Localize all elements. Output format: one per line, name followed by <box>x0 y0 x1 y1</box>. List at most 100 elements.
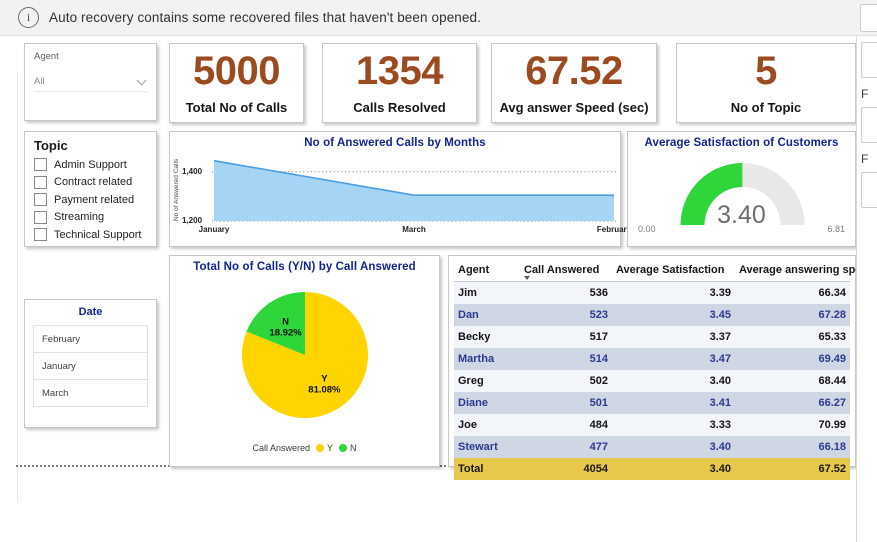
topic-item-label: Contract related <box>54 176 133 189</box>
date-slicer-title: Date <box>78 306 103 318</box>
cell-agent: Stewart <box>454 436 520 458</box>
pie-legend-label: N <box>350 443 357 453</box>
table-header-row: Agent Call Answered Average Satisfaction… <box>454 262 877 282</box>
filters-pane[interactable]: F F <box>856 36 877 542</box>
cell-average-answering-speed: 68.44 <box>735 370 850 392</box>
cell-average-satisfaction: 3.40 <box>612 370 735 392</box>
kpi-card-no-of-topic[interactable]: 5 No of Topic <box>676 43 856 123</box>
kpi-label: No of Topic <box>730 100 802 115</box>
cell-average-satisfaction: 3.40 <box>612 458 735 480</box>
cell-agent: Becky <box>454 326 520 348</box>
table-total-row: Total 4054 3.40 67.52 <box>454 458 850 480</box>
info-circle-icon: i <box>18 7 39 28</box>
topic-checkbox-row[interactable]: Streaming <box>34 209 147 227</box>
table-row[interactable]: Becky 517 3.37 65.33 <box>454 326 850 348</box>
kpi-value: 67.52 <box>525 49 623 93</box>
kpi-value: 1354 <box>356 49 443 93</box>
pie-legend: Call Answered Y N <box>170 443 439 453</box>
column-header-average-satisfaction[interactable]: Average Satisfaction <box>612 262 735 282</box>
kpi-label: Avg answer Speed (sec) <box>499 100 649 115</box>
kpi-card-calls-resolved[interactable]: 1354 Calls Resolved <box>322 43 477 123</box>
cell-agent: Jim <box>454 281 520 304</box>
pane-field-box[interactable] <box>861 172 877 208</box>
topic-checkbox-row[interactable]: Payment related <box>34 191 147 209</box>
column-header-call-answered[interactable]: Call Answered <box>520 262 612 282</box>
gauge-value: 3.40 <box>717 201 766 229</box>
svg-text:Y: Y <box>321 374 328 385</box>
legend-swatch-icon <box>339 444 348 452</box>
pane-field-box[interactable] <box>861 42 877 78</box>
date-slicer[interactable]: Date February January March <box>24 299 157 428</box>
kpi-card-avg-answer-speed[interactable]: 67.52 Avg answer Speed (sec) <box>491 43 657 123</box>
column-header-average-answering-speed[interactable]: Average answering speed (S) <box>735 262 877 282</box>
checkbox-icon[interactable] <box>34 210 47 224</box>
column-header-agent[interactable]: Agent <box>454 262 520 282</box>
chart-title: No of Answered Calls by Months <box>304 137 486 149</box>
legend-swatch-icon <box>316 444 324 452</box>
cell-call-answered: 514 <box>520 348 612 370</box>
topic-checkbox-row[interactable]: Contract related <box>34 174 147 192</box>
pie-chart-calls-by-call-answered[interactable]: Total No of Calls (Y/N) by Call Answered… <box>169 255 440 467</box>
date-list-item[interactable]: January <box>34 353 147 380</box>
pane-section-label: F <box>861 87 869 101</box>
column-header-text: Call Answered <box>524 264 600 276</box>
chart-title: Average Satisfaction of Customers <box>644 137 839 149</box>
table-row[interactable]: Dan 523 3.45 67.28 <box>454 304 850 326</box>
topic-slicer[interactable]: Topic Admin Support Contract related Pay… <box>24 131 157 247</box>
agent-performance-table[interactable]: Agent Call Answered Average Satisfaction… <box>448 255 877 480</box>
pie-legend-title: Call Answered <box>252 443 310 453</box>
checkbox-icon[interactable] <box>34 228 47 242</box>
cell-agent: Joe <box>454 414 520 436</box>
pane-field-box[interactable] <box>861 107 877 143</box>
cell-average-answering-speed: 67.52 <box>735 458 850 480</box>
y-axis-label: No of Answered Calls <box>173 158 180 222</box>
chevron-down-icon <box>138 77 147 86</box>
table-row[interactable]: Martha 514 3.47 69.49 <box>454 348 850 370</box>
cell-average-answering-speed: 69.49 <box>735 348 850 370</box>
checkbox-icon[interactable] <box>34 175 47 189</box>
table-row[interactable]: Joe 484 3.33 70.99 <box>454 414 850 436</box>
date-slicer-list: February January March <box>33 325 148 407</box>
notification-message: Auto recovery contains some recovered fi… <box>49 10 481 25</box>
kpi-card-total-calls[interactable]: 5000 Total No of Calls <box>169 43 304 123</box>
checkbox-icon[interactable] <box>34 158 47 172</box>
cell-average-satisfaction: 3.37 <box>612 326 735 348</box>
date-list-item[interactable]: February <box>34 326 147 353</box>
date-list-item[interactable]: March <box>34 380 147 407</box>
agent-slicer-dropdown[interactable]: All <box>34 71 147 92</box>
area-chart-answered-calls-by-months[interactable]: No of Answered Calls by Months No of Ans… <box>169 131 631 247</box>
cell-call-answered: 536 <box>520 281 612 304</box>
kpi-label: Calls Resolved <box>353 100 446 115</box>
gauge-average-satisfaction[interactable]: Average Satisfaction of Customers 3.40 0… <box>627 131 856 247</box>
cell-call-answered: 484 <box>520 414 612 436</box>
table-body: Jim 536 3.39 66.34 Dan 523 3.45 67.28 Becky 517 3.… <box>454 281 850 480</box>
topic-checkbox-row[interactable]: Technical Support <box>34 226 147 244</box>
agent-slicer-label: Agent <box>34 51 59 62</box>
table-row[interactable]: Stewart 477 3.40 66.18 <box>454 436 850 458</box>
table-row[interactable]: Jim 536 3.39 66.34 <box>454 281 850 304</box>
cell-average-satisfaction: 3.45 <box>612 304 735 326</box>
cell-average-satisfaction: 3.47 <box>612 348 735 370</box>
cell-average-satisfaction: 3.40 <box>612 436 735 458</box>
power-bi-report-window: i Auto recovery contains some recovered … <box>0 0 877 542</box>
table-row[interactable]: Diane 501 3.41 66.27 <box>454 392 850 414</box>
pie-chart-plot: Y 81.08% N 18.92% <box>170 273 439 443</box>
table-row[interactable]: Greg 502 3.40 68.44 <box>454 370 850 392</box>
table: Agent Call Answered Average Satisfaction… <box>454 262 877 480</box>
toolbar-fragment[interactable] <box>860 4 877 32</box>
x-axis-tick: March <box>402 225 426 234</box>
checkbox-icon[interactable] <box>34 193 47 207</box>
kpi-value: 5 <box>755 49 777 93</box>
canvas-left-edge <box>17 72 18 502</box>
agent-slicer[interactable]: Agent All <box>24 43 157 121</box>
topic-item-label: Admin Support <box>54 158 127 171</box>
topic-checkbox-row[interactable]: Admin Support <box>34 156 147 174</box>
pie-legend-item-n[interactable]: N <box>339 443 357 453</box>
gauge-min-label: 0.00 <box>638 224 656 234</box>
kpi-value: 5000 <box>193 49 280 93</box>
kpi-label: Total No of Calls <box>185 100 288 115</box>
y-axis-tick: 1,400 <box>182 166 203 176</box>
chart-title: Total No of Calls (Y/N) by Call Answered <box>193 261 416 273</box>
sort-descending-icon[interactable] <box>524 276 530 280</box>
pie-legend-item-y[interactable]: Y <box>316 443 333 453</box>
